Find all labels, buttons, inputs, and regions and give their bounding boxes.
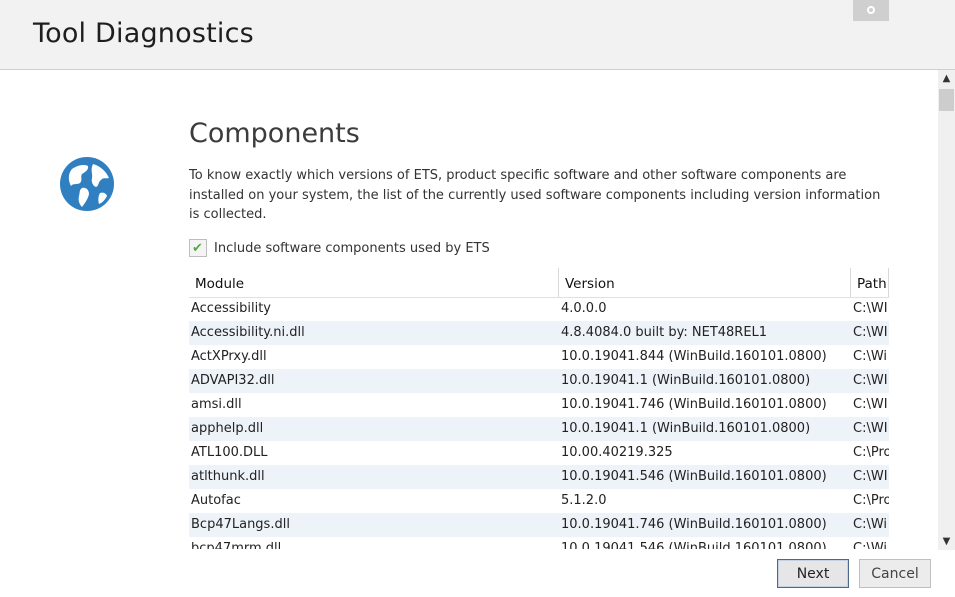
version-cell: 10.0.19041.746 (WinBuild.160101.0800) (561, 397, 827, 412)
version-cell: 10.00.40219.325 (561, 445, 673, 460)
globe-icon (60, 157, 114, 211)
module-cell: apphelp.dll (191, 421, 264, 436)
path-cell: C:\WI (853, 373, 888, 388)
path-cell: C:\WI (853, 421, 888, 436)
module-cell: ADVAPI32.dll (191, 373, 275, 388)
path-cell: C:\WI (853, 397, 888, 412)
path-cell: C:\Pro (853, 493, 889, 508)
include-components-label[interactable]: Include software components used by ETS (214, 241, 490, 256)
column-header-version[interactable]: Version (565, 268, 615, 297)
version-cell: 4.0.0.0 (561, 301, 607, 316)
next-button[interactable]: Next (777, 559, 849, 588)
column-divider[interactable] (850, 268, 851, 297)
module-cell: amsi.dll (191, 397, 242, 412)
cancel-button[interactable]: Cancel (859, 559, 931, 588)
table-row[interactable]: apphelp.dll 10.0.19041.1 (WinBuild.16010… (189, 417, 889, 441)
module-cell: Bcp47Langs.dll (191, 517, 290, 532)
section-description: To know exactly which versions of ETS, p… (189, 168, 881, 222)
table-row[interactable]: Accessibility 4.0.0.0 C:\WI (189, 297, 889, 321)
table-row[interactable]: atlthunk.dll 10.0.19041.546 (WinBuild.16… (189, 465, 889, 489)
column-divider[interactable] (558, 268, 559, 297)
module-cell: ATL100.DLL (191, 445, 268, 460)
version-cell: 10.0.19041.844 (WinBuild.160101.0800) (561, 349, 827, 364)
table-row[interactable]: amsi.dll 10.0.19041.746 (WinBuild.160101… (189, 393, 889, 417)
vertical-scrollbar[interactable]: ▲ ▼ (938, 70, 955, 550)
path-cell: C:\Wi (853, 517, 888, 532)
path-cell: C:\Wi (853, 349, 888, 364)
path-cell: C:\Pro (853, 445, 889, 460)
components-table: Module Version Path Accessibility 4.0.0.… (189, 268, 889, 549)
path-cell: C:\WI (853, 469, 888, 484)
path-cell: C:\WI (853, 325, 888, 340)
checkmark-icon: ✔ (192, 241, 203, 256)
version-cell: 5.1.2.0 (561, 493, 607, 508)
scroll-up-icon[interactable]: ▲ (938, 70, 955, 87)
table-row[interactable]: Bcp47Langs.dll 10.0.19041.746 (WinBuild.… (189, 513, 889, 537)
column-header-path[interactable]: Path (857, 268, 887, 297)
version-cell: 10.0.19041.546 (WinBuild.160101.0800) (561, 541, 827, 549)
version-cell: 10.0.19041.746 (WinBuild.160101.0800) (561, 517, 827, 532)
path-cell: C:\Wi (853, 541, 888, 549)
column-header-module[interactable]: Module (195, 268, 244, 297)
settings-button[interactable] (853, 0, 889, 21)
table-row[interactable]: Accessibility.ni.dll 4.8.4084.0 built by… (189, 321, 889, 345)
include-components-checkbox[interactable]: ✔ (189, 239, 207, 257)
table-body: Accessibility 4.0.0.0 C:\WI Accessibilit… (189, 297, 889, 549)
table-row[interactable]: Autofac 5.1.2.0 C:\Pro (189, 489, 889, 513)
title-bar: Tool Diagnostics (0, 0, 955, 70)
table-row[interactable]: ActXPrxy.dll 10.0.19041.844 (WinBuild.16… (189, 345, 889, 369)
module-cell: Autofac (191, 493, 241, 508)
version-cell: 4.8.4084.0 built by: NET48REL1 (561, 325, 768, 340)
module-cell: bcp47mrm.dll (191, 541, 282, 549)
table-row[interactable]: ATL100.DLL 10.00.40219.325 C:\Pro (189, 441, 889, 465)
scroll-down-icon[interactable]: ▼ (938, 533, 955, 550)
path-cell: C:\WI (853, 301, 888, 316)
table-header: Module Version Path (189, 268, 889, 298)
version-cell: 10.0.19041.546 (WinBuild.160101.0800) (561, 469, 827, 484)
table-row[interactable]: bcp47mrm.dll 10.0.19041.546 (WinBuild.16… (189, 537, 889, 549)
scroll-thumb[interactable] (939, 89, 954, 111)
version-cell: 10.0.19041.1 (WinBuild.160101.0800) (561, 421, 811, 436)
window-title: Tool Diagnostics (33, 18, 254, 49)
module-cell: atlthunk.dll (191, 469, 265, 484)
gear-icon (867, 6, 875, 14)
module-cell: Accessibility (191, 301, 271, 316)
column-divider[interactable] (888, 268, 889, 297)
table-row[interactable]: ADVAPI32.dll 10.0.19041.1 (WinBuild.1601… (189, 369, 889, 393)
section-title: Components (189, 118, 360, 149)
module-cell: Accessibility.ni.dll (191, 325, 305, 340)
module-cell: ActXPrxy.dll (191, 349, 267, 364)
version-cell: 10.0.19041.1 (WinBuild.160101.0800) (561, 373, 811, 388)
